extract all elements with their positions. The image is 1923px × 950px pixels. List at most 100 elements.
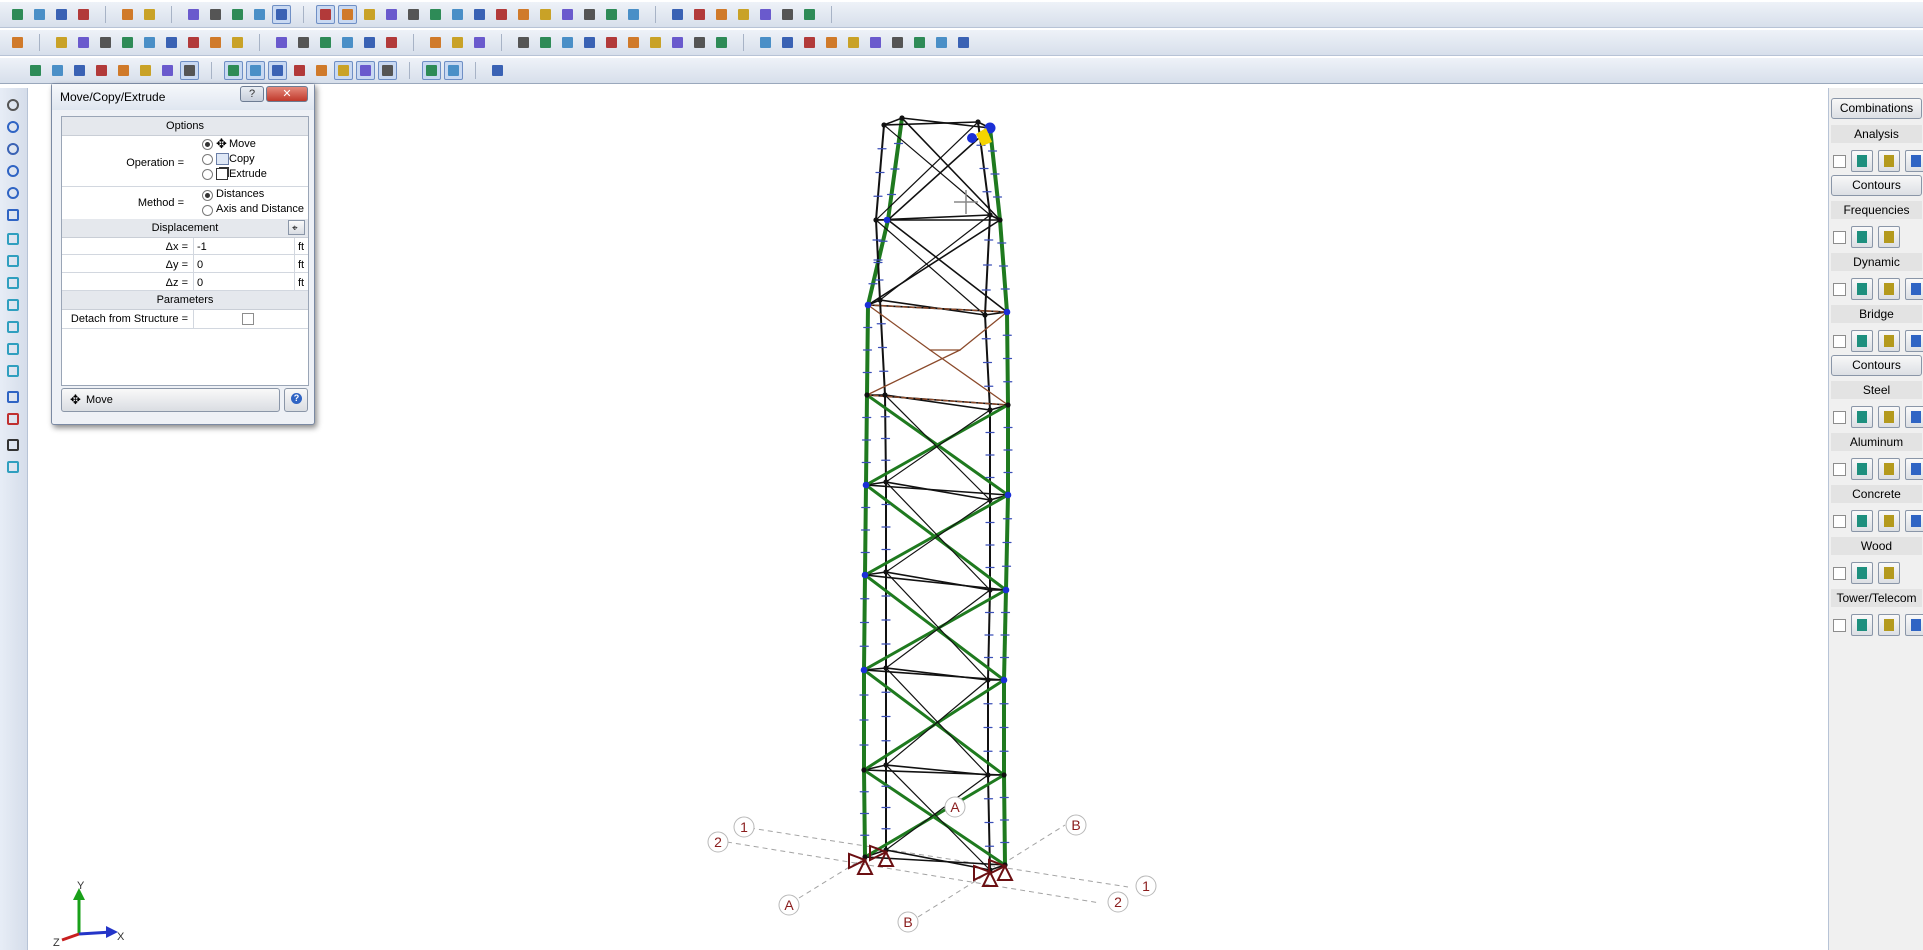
dialog-titlebar[interactable]: Move/Copy/Extrude ? ✕ — [52, 84, 314, 110]
result-checkbox[interactable] — [1833, 231, 1846, 244]
horizontal-member[interactable] — [865, 484, 1009, 496]
node[interactable] — [877, 297, 883, 303]
node[interactable] — [882, 392, 888, 398]
node[interactable] — [982, 312, 988, 318]
spreadsheet-button[interactable] — [1878, 406, 1900, 428]
dialog-help-button[interactable]: ? — [240, 86, 264, 102]
method-distances-radio[interactable] — [202, 190, 213, 201]
contours-button-2[interactable]: Contours — [1831, 355, 1922, 376]
brace-member[interactable] — [879, 214, 991, 301]
results-table-button[interactable] — [1851, 458, 1873, 480]
selected-node[interactable] — [861, 571, 869, 579]
selected-node[interactable] — [883, 216, 891, 224]
brace-member[interactable] — [885, 571, 989, 681]
selected-node[interactable] — [1003, 308, 1011, 316]
dz-field[interactable]: 0 — [197, 277, 292, 289]
result-checkbox[interactable] — [1833, 283, 1846, 296]
result-checkbox[interactable] — [1833, 567, 1846, 580]
method-axis-distance-radio[interactable] — [202, 205, 213, 216]
result-checkbox[interactable] — [1833, 335, 1846, 348]
results-table-button[interactable] — [1851, 510, 1873, 532]
node[interactable] — [975, 119, 981, 125]
result-checkbox[interactable] — [1833, 155, 1846, 168]
selected-node[interactable] — [1004, 491, 1012, 499]
contours-button-1[interactable]: Contours — [1831, 175, 1922, 196]
results-table-button[interactable] — [1851, 562, 1873, 584]
node[interactable] — [985, 677, 991, 683]
operation-extrude-radio[interactable] — [202, 169, 213, 180]
help-button[interactable]: ? — [284, 388, 308, 412]
dialog-close-button[interactable]: ✕ — [266, 86, 308, 102]
result-checkbox[interactable] — [1833, 463, 1846, 476]
selected-node[interactable] — [860, 666, 868, 674]
pick-displacement-button[interactable]: ⌖ — [288, 220, 305, 235]
selected-node[interactable] — [1000, 676, 1008, 684]
selected-member[interactable] — [867, 304, 931, 351]
node[interactable] — [1001, 772, 1007, 778]
node[interactable] — [997, 217, 1003, 223]
node[interactable] — [985, 772, 991, 778]
results-table-button[interactable] — [1851, 406, 1873, 428]
selected-member[interactable] — [866, 394, 1009, 406]
node[interactable] — [861, 767, 867, 773]
detail-report-button[interactable] — [1905, 458, 1923, 480]
results-table-button[interactable] — [1851, 278, 1873, 300]
node[interactable] — [883, 479, 889, 485]
detail-report-button[interactable] — [1905, 330, 1923, 352]
combinations-button[interactable]: Combinations — [1831, 98, 1922, 119]
node[interactable] — [987, 497, 993, 503]
node[interactable] — [883, 569, 889, 575]
spreadsheet-button[interactable] — [1878, 614, 1900, 636]
horizontal-member[interactable] — [885, 764, 989, 776]
brace-member[interactable] — [885, 774, 989, 851]
detail-report-button[interactable] — [1905, 278, 1923, 300]
detail-report-button[interactable] — [1905, 406, 1923, 428]
spreadsheet-button[interactable] — [1878, 458, 1900, 480]
detail-report-button[interactable] — [1905, 614, 1923, 636]
brace-member[interactable] — [885, 667, 989, 776]
node[interactable] — [881, 122, 887, 128]
detail-report-button[interactable] — [1905, 150, 1923, 172]
spreadsheet-button[interactable] — [1878, 150, 1900, 172]
spreadsheet-button[interactable] — [1878, 330, 1900, 352]
node[interactable] — [899, 115, 905, 121]
results-table-button[interactable] — [1851, 330, 1873, 352]
node[interactable] — [873, 217, 879, 223]
spreadsheet-button[interactable] — [1878, 226, 1900, 248]
report-icon — [1911, 463, 1921, 475]
operation-copy-radio[interactable] — [202, 154, 213, 165]
move-action-button[interactable]: ✥ Move — [61, 388, 280, 412]
brace-member[interactable] — [875, 219, 986, 316]
horizontal-member[interactable] — [885, 571, 991, 591]
dy-field[interactable]: 0 — [197, 259, 292, 271]
spreadsheet-button[interactable] — [1878, 510, 1900, 532]
node[interactable] — [1005, 402, 1011, 408]
node[interactable] — [864, 392, 870, 398]
node[interactable] — [883, 762, 889, 768]
results-table-button[interactable] — [1851, 614, 1873, 636]
result-checkbox[interactable] — [1833, 411, 1846, 424]
node[interactable] — [987, 407, 993, 413]
result-checkbox[interactable] — [1833, 619, 1846, 632]
selected-node[interactable] — [864, 301, 872, 309]
results-table-button[interactable] — [1851, 226, 1873, 248]
operation-move-radio[interactable] — [202, 139, 213, 150]
detail-report-button[interactable] — [1905, 510, 1923, 532]
result-checkbox[interactable] — [1833, 515, 1846, 528]
selected-node[interactable] — [862, 481, 870, 489]
detach-checkbox[interactable] — [242, 313, 254, 325]
selected-node[interactable] — [967, 133, 977, 143]
selected-node[interactable] — [1002, 586, 1010, 594]
node[interactable] — [987, 212, 993, 218]
node[interactable] — [883, 665, 889, 671]
selected-member[interactable] — [959, 311, 1008, 351]
horizontal-member[interactable] — [885, 667, 989, 681]
selected-member[interactable] — [866, 349, 961, 396]
spreadsheet-button[interactable] — [1878, 278, 1900, 300]
spreadsheet-button[interactable] — [1878, 562, 1900, 584]
dx-field[interactable]: -1 — [197, 241, 292, 253]
brace-member[interactable] — [885, 764, 991, 871]
results-table-button[interactable] — [1851, 150, 1873, 172]
brace-member[interactable] — [875, 121, 979, 221]
node[interactable] — [987, 587, 993, 593]
